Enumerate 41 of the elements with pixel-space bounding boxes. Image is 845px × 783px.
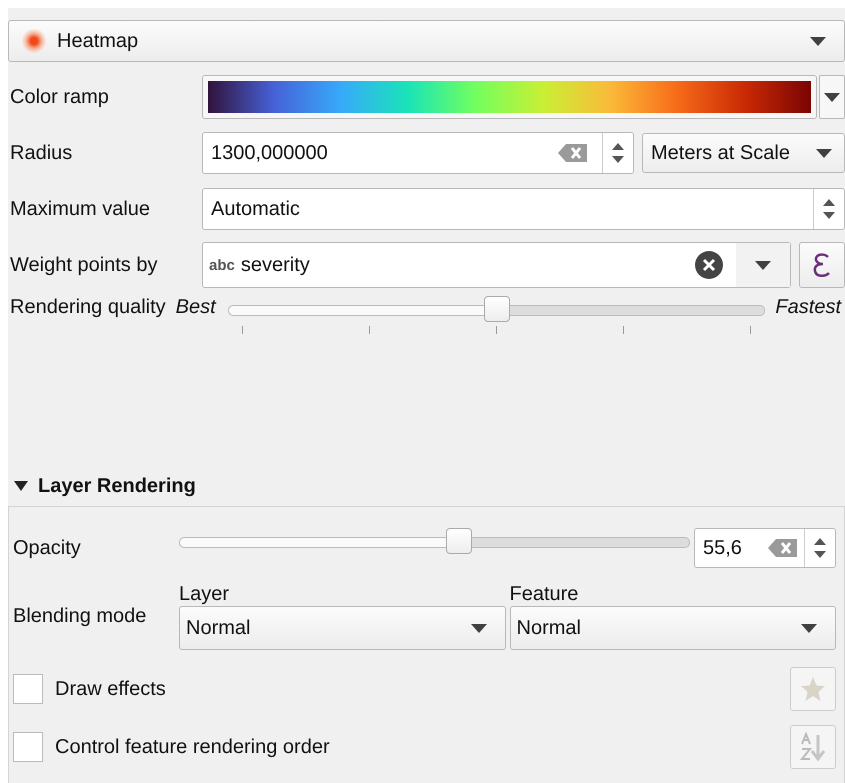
type-tag: abc [203,256,235,274]
field-label: Color ramp [9,86,110,108]
dropdown-button[interactable] [819,75,845,119]
epsilon-icon [812,252,832,278]
field-label: Maximum value [9,198,152,220]
maximum-value-field[interactable]: Automatic [202,188,845,230]
field-label: Layer [179,583,230,606]
field-label: Blending mode [13,605,148,628]
caret-icon [801,624,817,632]
caret-icon [755,260,771,270]
slider[interactable] [228,296,766,336]
opacity-field[interactable]: 55,6 [694,528,836,568]
unit-dropdown[interactable]: Meters at Scale [642,133,845,173]
checkbox[interactable] [13,674,43,704]
caret-icon [816,148,832,158]
field-label: Weight points by [9,254,158,276]
field-label: Feature [510,583,580,606]
slider-min-label: Best [176,296,216,319]
sort-icon [799,732,827,762]
field-label: Rendering quality [9,296,166,319]
blend-dropdown[interactable]: Normal [510,606,836,650]
field-label: Radius [9,142,74,164]
caret-icon [470,624,486,632]
weight-field[interactable]: abc severity [202,242,791,288]
field-label: Opacity [13,536,82,560]
radius-field[interactable]: 1300,000000 [202,132,634,174]
checkbox-label: Draw effects [55,678,166,700]
caret-icon [824,92,840,102]
star-icon [799,675,827,703]
heatmap-icon [21,28,47,54]
dropdown-button[interactable] [736,243,790,287]
slider-max-label: Fastest [775,296,841,319]
checkbox[interactable] [13,732,43,762]
renderer-dropdown[interactable]: Heatmap [8,20,845,62]
color-ramp-button[interactable] [202,75,817,119]
caret-icon [810,36,826,46]
checkbox-label: Control feature rendering order [55,736,330,758]
expression-button[interactable] [799,242,845,288]
blend-dropdown[interactable]: Normal [179,606,506,650]
clear-icon[interactable] [694,250,724,280]
section-header[interactable]: Layer Rendering [8,466,845,506]
